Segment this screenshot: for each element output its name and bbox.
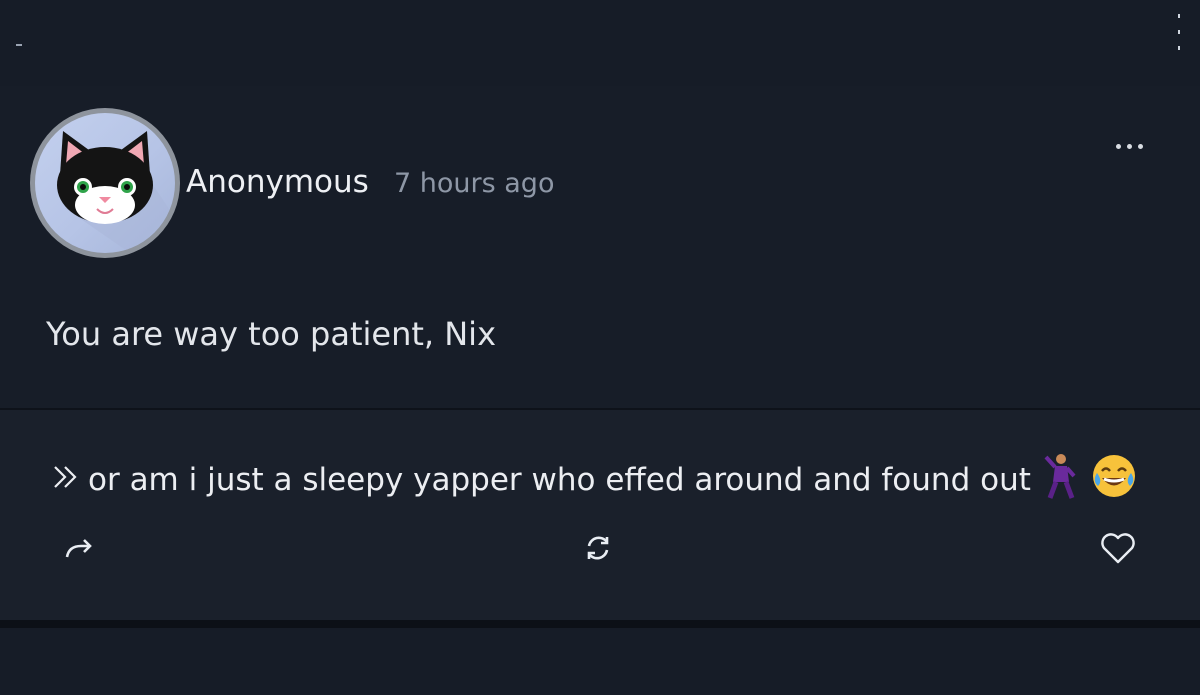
- post-card: Anonymous 7 hours ago You are way too pa…: [0, 86, 1200, 408]
- dancing-man-emoji: [1041, 452, 1081, 508]
- heart-outline-icon[interactable]: [1098, 528, 1138, 568]
- tears-of-joy-emoji: [1091, 453, 1137, 507]
- top-menu-icon[interactable]: [1178, 14, 1180, 50]
- post-timestamp: 7 hours ago: [394, 168, 555, 199]
- next-post-area: [0, 628, 1200, 695]
- reply-text: or am i just a sleepy yapper who effed a…: [88, 462, 1031, 498]
- author-name[interactable]: Anonymous: [186, 164, 369, 200]
- reply-section: or am i just a sleepy yapper who effed a…: [0, 410, 1200, 620]
- avatar[interactable]: [30, 108, 180, 258]
- back-icon[interactable]: [16, 44, 22, 46]
- post-actions: [0, 518, 1200, 578]
- post-message: You are way too patient, Nix: [46, 315, 496, 353]
- divider-bottom: [0, 620, 1200, 628]
- refresh-icon[interactable]: [578, 528, 618, 568]
- top-bar: [0, 0, 1200, 80]
- cat-avatar-icon: [35, 113, 175, 253]
- share-arrow-icon[interactable]: [60, 528, 100, 568]
- double-chevron-right-icon: [52, 462, 82, 498]
- more-horizontal-icon[interactable]: [1116, 134, 1152, 149]
- reply-line: or am i just a sleepy yapper who effed a…: [52, 452, 1137, 508]
